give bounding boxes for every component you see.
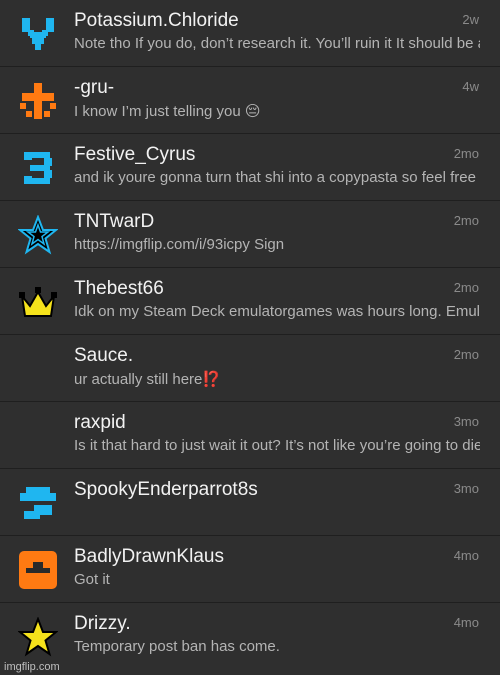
blue-three-pixel-icon	[18, 148, 58, 188]
conversation-time: 4mo	[453, 615, 479, 630]
conversation-name: Thebest66	[74, 278, 164, 299]
conversation-preview: Got it	[74, 571, 110, 588]
conversation-list: Potassium.Chloride 2w Note tho If you do…	[0, 0, 500, 675]
conversation-row-raxpid[interactable]: raxpid 3mo Is it that hard to just wait …	[0, 402, 500, 469]
conversation-row-badlydrawnklaus[interactable]: BadlyDrawnKlaus 4mo Got it	[0, 536, 500, 603]
conversation-preview: Idk on my Steam Deck emulatorgames was h…	[74, 303, 480, 320]
blue-star-icon	[18, 215, 58, 255]
conversation-name: SpookyEnderparrot8s	[74, 479, 258, 500]
conversation-row-sauce[interactable]: Sauce. 2mo ur actually still here⁉️	[0, 335, 500, 402]
conversation-name: Sauce.	[74, 345, 134, 366]
conversation-row-thebest66[interactable]: Thebest66 2mo Idk on my Steam Deck emula…	[0, 268, 500, 335]
conversation-name: TNTwarD	[74, 211, 155, 232]
conversation-preview: ur actually still here⁉️	[74, 371, 222, 388]
crown-icon	[18, 282, 58, 322]
conversation-row-festive-cyrus[interactable]: Festive_Cyrus 2mo and ik youre gonna tur…	[0, 134, 500, 201]
conversation-preview: Note tho If you do, don’t research it. Y…	[74, 35, 480, 52]
conversation-name: raxpid	[74, 412, 126, 433]
conversation-preview: Is it that hard to just wait it out? It’…	[74, 437, 480, 454]
conversation-name: Drizzy.	[74, 613, 131, 634]
orange-box-icon	[18, 550, 58, 590]
conversation-name: -gru-	[74, 77, 115, 98]
blue-heart-pixel-icon	[18, 14, 58, 54]
conversation-name: Festive_Cyrus	[74, 144, 196, 165]
conversation-time: 2mo	[453, 213, 479, 228]
yellow-star-icon	[18, 617, 58, 657]
conversation-preview: Temporary post ban has come.	[74, 638, 280, 655]
conversation-time: 2mo	[453, 347, 479, 362]
conversation-time: 2w	[462, 12, 479, 27]
conversation-name: BadlyDrawnKlaus	[74, 546, 224, 567]
conversation-row-spookyenderparrot8s[interactable]: SpookyEnderparrot8s 3mo	[0, 469, 500, 536]
conversation-preview: and ik youre gonna turn that shi into a …	[74, 169, 476, 186]
conversation-time: 3mo	[453, 414, 479, 429]
conversation-time: 2mo	[453, 146, 479, 161]
conversation-time: 4mo	[453, 548, 479, 563]
conversation-preview: I know I’m just telling you 😔	[74, 103, 261, 120]
conversation-row-tntward[interactable]: TNTwarD 2mo https://imgflip.com/i/93icpy…	[0, 201, 500, 268]
conversation-time: 3mo	[453, 481, 479, 496]
conversation-preview: https://imgflip.com/i/93icpy Sign	[74, 236, 285, 253]
blue-mushroom-pixel-icon	[18, 483, 58, 523]
imgflip-watermark: imgflip.com	[4, 661, 60, 673]
conversation-row-potassium-chloride[interactable]: Potassium.Chloride 2w Note tho If you do…	[0, 0, 500, 67]
conversation-time: 2mo	[453, 280, 479, 295]
conversation-name: Potassium.Chloride	[74, 10, 239, 31]
conversation-row-gru[interactable]: -gru- 4w I know I’m just telling you 😔	[0, 67, 500, 134]
conversation-time: 4w	[462, 79, 479, 94]
orange-cross-pixel-icon	[18, 81, 58, 121]
conversation-row-drizzy[interactable]: Drizzy. 4mo Temporary post ban has come.	[0, 603, 500, 675]
